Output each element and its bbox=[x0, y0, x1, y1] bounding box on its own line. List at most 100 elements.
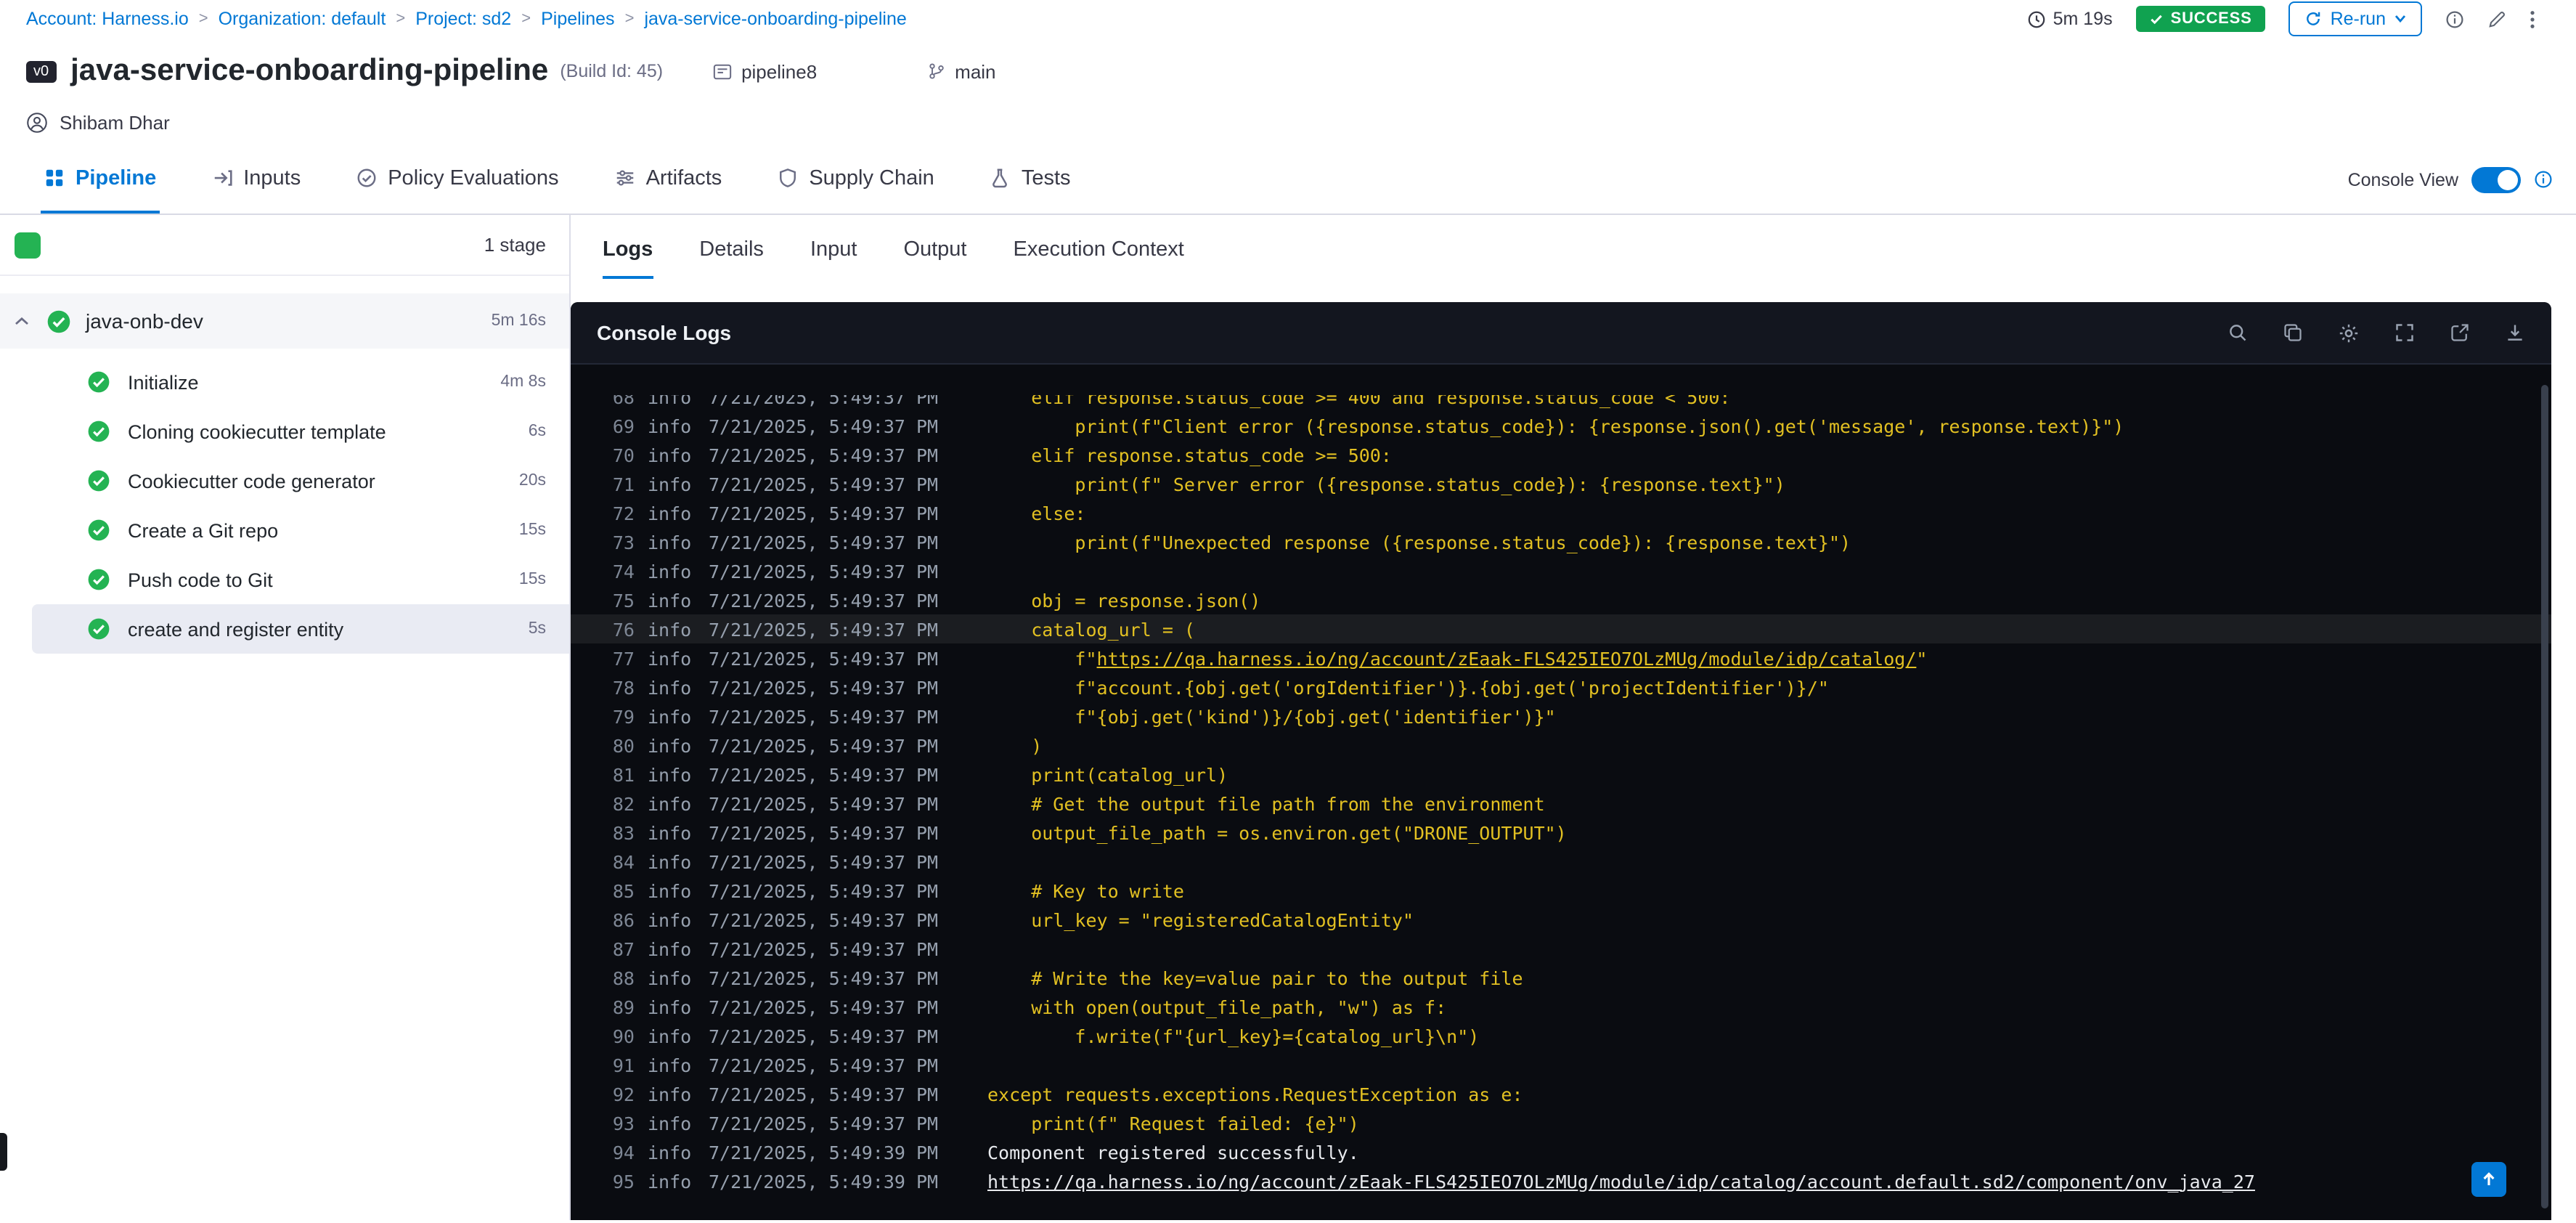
log-lines: 68 info 7/21/2025, 5:49:37 PM elif respo… bbox=[571, 382, 2551, 1195]
step-row[interactable]: create and register entity 5s bbox=[32, 604, 569, 654]
breadcrumb-link[interactable]: Project: sd2 bbox=[415, 9, 511, 29]
log-line: 89 info 7/21/2025, 5:49:37 PM with open(… bbox=[571, 992, 2551, 1021]
step-row[interactable]: Initialize 4m 8s bbox=[0, 357, 569, 407]
log-timestamp: 7/21/2025, 5:49:37 PM bbox=[709, 473, 939, 495]
tab-policy-evaluations[interactable]: Policy Evaluations bbox=[353, 145, 561, 214]
log-level: info bbox=[648, 821, 692, 843]
breadcrumb-link[interactable]: Account: Harness.io bbox=[26, 9, 189, 29]
settings-gear-icon[interactable] bbox=[2338, 322, 2360, 344]
scroll-to-top-button[interactable] bbox=[2471, 1162, 2506, 1197]
log-link[interactable]: https://qa.harness.io/ng/account/zEaak-F… bbox=[1097, 647, 1917, 669]
rerun-icon bbox=[2304, 10, 2322, 28]
step-name: Push code to Git bbox=[128, 569, 273, 590]
tab-artifacts[interactable]: Artifacts bbox=[611, 145, 725, 214]
tab-input[interactable]: Input bbox=[810, 238, 857, 279]
breadcrumb-link[interactable]: Organization: default bbox=[219, 9, 386, 29]
search-icon[interactable] bbox=[2227, 322, 2248, 343]
tab-pipeline[interactable]: Pipeline bbox=[41, 145, 160, 214]
side-panel-handle[interactable] bbox=[0, 1133, 7, 1171]
console-view-toggle[interactable] bbox=[2471, 166, 2521, 192]
log-line: 84 info 7/21/2025, 5:49:37 PM bbox=[571, 847, 2551, 876]
console-toolbar bbox=[2227, 322, 2525, 344]
rerun-button[interactable]: Re-run bbox=[2288, 1, 2422, 36]
log-link[interactable]: https://qa.harness.io/ng/account/zEaak-F… bbox=[987, 1170, 2255, 1192]
tab-logs[interactable]: Logs bbox=[603, 238, 653, 279]
log-level: info bbox=[648, 1083, 692, 1105]
log-line-number: 74 bbox=[612, 560, 635, 582]
arrow-up-icon bbox=[2480, 1171, 2498, 1188]
fullscreen-icon[interactable] bbox=[2394, 322, 2415, 343]
log-line-number: 88 bbox=[612, 967, 635, 988]
log-message: Component registered successfully. bbox=[987, 1141, 1359, 1163]
chevron-up-icon[interactable] bbox=[15, 317, 29, 325]
shield-icon bbox=[777, 167, 799, 189]
breadcrumb-separator: > bbox=[521, 10, 531, 28]
log-timestamp: 7/21/2025, 5:49:39 PM bbox=[709, 1141, 939, 1163]
check-icon bbox=[2149, 12, 2164, 26]
more-options-icon[interactable] bbox=[2530, 9, 2535, 28]
log-line-number: 94 bbox=[612, 1141, 635, 1163]
log-message: except requests.exceptions.RequestExcept… bbox=[987, 1083, 1523, 1105]
log-line-number: 75 bbox=[612, 589, 635, 611]
console-view-info-icon[interactable] bbox=[2534, 170, 2553, 189]
log-line-number: 68 bbox=[612, 386, 635, 407]
step-row[interactable]: Cloning cookiecutter template 6s bbox=[0, 407, 569, 456]
log-message: print(f"Unexpected response ({response.s… bbox=[987, 531, 1851, 553]
tab-inputs[interactable]: Inputs bbox=[208, 145, 303, 214]
step-row[interactable]: Push code to Git 15s bbox=[0, 555, 569, 604]
log-message: else: bbox=[987, 502, 1086, 524]
app-root: Account: Harness.io > Organization: defaul… bbox=[0, 0, 2576, 1223]
policy-check-icon bbox=[356, 167, 378, 189]
title-row: v0 java-service-onboarding-pipeline (Bui… bbox=[26, 49, 2576, 93]
step-name: create and register entity bbox=[128, 618, 344, 640]
log-line: 75 info 7/21/2025, 5:49:37 PM obj = resp… bbox=[571, 585, 2551, 614]
log-message: f"https://qa.harness.io/ng/account/zEaak… bbox=[987, 647, 1928, 669]
tab-output[interactable]: Output bbox=[903, 238, 966, 279]
pipeline-ref: pipeline8 bbox=[712, 60, 817, 82]
step-name: Create a Git repo bbox=[128, 519, 279, 541]
download-icon[interactable] bbox=[2505, 322, 2525, 343]
step-row[interactable]: Cookiecutter code generator 20s bbox=[0, 456, 569, 505]
step-name: Cookiecutter code generator bbox=[128, 470, 375, 492]
log-message: https://qa.harness.io/ng/account/zEaak-F… bbox=[987, 1170, 2551, 1192]
artifacts-icon bbox=[614, 167, 636, 189]
log-level: info bbox=[648, 560, 692, 582]
log-line-number: 91 bbox=[612, 1054, 635, 1076]
tab-execution-context[interactable]: Execution Context bbox=[1014, 238, 1184, 279]
info-icon[interactable] bbox=[2445, 9, 2464, 28]
stage-row[interactable]: java-onb-dev 5m 16s bbox=[0, 293, 569, 349]
log-line: 80 info 7/21/2025, 5:49:37 PM ) bbox=[571, 731, 2551, 760]
log-line: 72 info 7/21/2025, 5:49:37 PM else: bbox=[571, 498, 2551, 527]
edit-icon[interactable] bbox=[2487, 9, 2506, 28]
tab-details[interactable]: Details bbox=[699, 238, 764, 279]
log-message: print(f" Server error ({response.status_… bbox=[987, 473, 1785, 495]
breadcrumb-link[interactable]: Pipelines bbox=[541, 9, 614, 29]
breadcrumb-link[interactable]: java-service-onboarding-pipeline bbox=[644, 9, 906, 29]
log-line: 81 info 7/21/2025, 5:49:37 PM print(cata… bbox=[571, 760, 2551, 789]
tab-tests[interactable]: Tests bbox=[987, 145, 1074, 214]
log-timestamp: 7/21/2025, 5:49:37 PM bbox=[709, 444, 939, 466]
log-timestamp: 7/21/2025, 5:49:37 PM bbox=[709, 850, 939, 872]
log-level: info bbox=[648, 386, 692, 407]
log-timestamp: 7/21/2025, 5:49:37 PM bbox=[709, 589, 939, 611]
open-in-new-icon[interactable] bbox=[2450, 322, 2470, 343]
log-timestamp: 7/21/2025, 5:49:37 PM bbox=[709, 386, 939, 407]
log-line-number: 79 bbox=[612, 705, 635, 727]
breadcrumb: Account: Harness.io > Organization: defaul… bbox=[26, 9, 907, 29]
copy-icon[interactable] bbox=[2283, 322, 2303, 343]
branch-ref: main bbox=[927, 60, 996, 82]
stage-status-square bbox=[15, 232, 41, 258]
log-message: catalog_url = ( bbox=[987, 618, 1195, 640]
log-line-number: 87 bbox=[612, 938, 635, 959]
log-message: print(f"Client error ({response.status_c… bbox=[987, 415, 2124, 436]
step-name: Initialize bbox=[128, 371, 199, 393]
console-scrollbar[interactable] bbox=[2541, 385, 2548, 1208]
console-panel: Console Logs 68 info 7/21/2025, 5:49:37 … bbox=[571, 302, 2551, 1220]
log-line: 90 info 7/21/2025, 5:49:37 PM f.write(f"… bbox=[571, 1021, 2551, 1050]
log-timestamp: 7/21/2025, 5:49:37 PM bbox=[709, 415, 939, 436]
log-timestamp: 7/21/2025, 5:49:37 PM bbox=[709, 792, 939, 814]
step-row[interactable]: Create a Git repo 15s bbox=[0, 505, 569, 555]
tab-supply-chain[interactable]: Supply Chain bbox=[774, 145, 937, 214]
breadcrumb-separator: > bbox=[396, 10, 406, 28]
log-viewport[interactable]: 68 info 7/21/2025, 5:49:37 PM elif respo… bbox=[571, 365, 2551, 1220]
